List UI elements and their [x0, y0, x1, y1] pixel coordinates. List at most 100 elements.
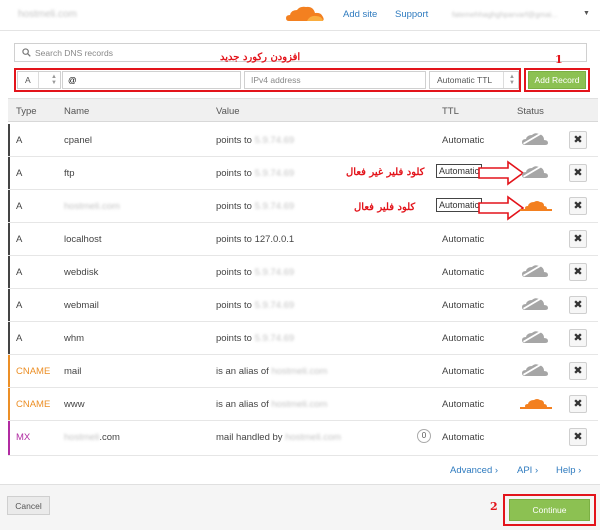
- table-header: Type Name Value TTL Status: [8, 98, 598, 122]
- close-icon[interactable]: ✖: [569, 329, 587, 347]
- cloud-gray-icon[interactable]: [520, 165, 550, 181]
- record-value[interactable]: points to 5.9.74.69: [216, 135, 294, 146]
- record-name[interactable]: www: [64, 399, 85, 410]
- type-select[interactable]: A ▲ ▼: [17, 71, 61, 89]
- column-ttl: TTL: [442, 106, 459, 117]
- continue-highlight: Continue: [503, 494, 596, 526]
- table-row[interactable]: MX hostmeli.com mail handled by hostmeli…: [8, 421, 598, 456]
- ttl-stepper-icon[interactable]: ▲ ▼: [509, 74, 515, 86]
- record-name[interactable]: ftp: [64, 168, 75, 179]
- cancel-button[interactable]: Cancel: [7, 496, 50, 515]
- table-row[interactable]: A ftp points to 5.9.74.69 Automatic کلود…: [8, 157, 598, 190]
- help-link[interactable]: Help ›: [556, 465, 581, 476]
- record-ttl[interactable]: Automatic: [442, 366, 484, 377]
- ttl-select-value: Automatic TTL: [437, 75, 493, 85]
- name-field[interactable]: [62, 71, 241, 89]
- record-ttl[interactable]: Automatic: [442, 234, 484, 245]
- type-stepper-icon[interactable]: ▲ ▼: [51, 74, 57, 86]
- record-value[interactable]: is an alias of hostmeli.com: [216, 366, 327, 377]
- record-type: A: [16, 135, 23, 146]
- record-type: CNAME: [16, 399, 51, 410]
- record-name[interactable]: localhost: [64, 234, 102, 245]
- cloud-gray-icon[interactable]: [520, 132, 550, 148]
- close-icon[interactable]: ✖: [569, 197, 587, 215]
- record-name[interactable]: webdisk: [64, 267, 98, 278]
- table-row[interactable]: CNAME www is an alias of hostmeli.com Au…: [8, 388, 598, 421]
- search-icon: [22, 48, 31, 57]
- close-icon[interactable]: ✖: [569, 362, 587, 380]
- table-row[interactable]: A webdisk points to 5.9.74.69 Automatic …: [8, 256, 598, 289]
- annotation-cloudflare-inactive: کلود فلیر غیر فعال: [346, 167, 425, 178]
- bottom-bar: Cancel Continue: [0, 484, 600, 530]
- ipv4-input[interactable]: [251, 73, 421, 87]
- record-name[interactable]: cpanel: [64, 135, 92, 146]
- close-icon[interactable]: ✖: [569, 230, 587, 248]
- record-value[interactable]: points to 5.9.74.69: [216, 333, 294, 344]
- search-box[interactable]: [14, 43, 587, 62]
- record-type: A: [16, 234, 23, 245]
- api-link[interactable]: API ›: [517, 465, 538, 476]
- advanced-link[interactable]: Advanced ›: [450, 465, 498, 476]
- record-ttl[interactable]: Automatic: [436, 164, 483, 178]
- value-field[interactable]: [244, 71, 426, 89]
- record-value[interactable]: points to 5.9.74.69: [216, 267, 294, 278]
- chevron-down-icon[interactable]: ▼: [583, 10, 590, 17]
- cloud-gray-icon[interactable]: [520, 297, 550, 313]
- cloud-orange-icon[interactable]: [520, 200, 552, 214]
- nav-support[interactable]: Support: [395, 9, 428, 20]
- close-icon[interactable]: ✖: [569, 395, 587, 413]
- type-select-value: A: [25, 75, 31, 85]
- column-name: Name: [64, 106, 90, 117]
- table-row[interactable]: A cpanel points to 5.9.74.69 Automatic ✖: [8, 124, 598, 157]
- record-value[interactable]: points to 5.9.74.69: [216, 300, 294, 311]
- add-record-form: A ▲▼ Automatic TTL ▲▼: [14, 68, 521, 92]
- record-value[interactable]: is an alias of hostmeli.com: [216, 399, 327, 410]
- continue-button[interactable]: Continue: [509, 499, 590, 521]
- close-icon[interactable]: ✖: [569, 164, 587, 182]
- record-name[interactable]: whm: [64, 333, 84, 344]
- record-ttl[interactable]: Automatic: [442, 333, 484, 344]
- table-row[interactable]: A whm points to 5.9.74.69 Automatic ✖: [8, 322, 598, 355]
- record-name[interactable]: mail: [64, 366, 81, 377]
- record-ttl[interactable]: Automatic: [442, 135, 484, 146]
- record-type: MX: [16, 432, 31, 443]
- record-value[interactable]: mail handled by hostmeli.com: [216, 432, 341, 443]
- nav-add-site[interactable]: Add site: [343, 9, 377, 20]
- close-icon[interactable]: ✖: [569, 296, 587, 314]
- name-input[interactable]: [68, 73, 228, 87]
- record-value[interactable]: points to 5.9.74.69: [216, 168, 294, 179]
- cloud-gray-icon[interactable]: [520, 363, 550, 379]
- record-type: A: [16, 300, 23, 311]
- table-row[interactable]: CNAME mail is an alias of hostmeli.com A…: [8, 355, 598, 388]
- record-value[interactable]: points to 5.9.74.69: [216, 201, 294, 212]
- cloud-gray-icon[interactable]: [520, 330, 550, 346]
- record-name[interactable]: hostmeli.com: [64, 432, 120, 443]
- cloud-orange-icon[interactable]: [520, 398, 552, 412]
- record-name[interactable]: webmail: [64, 300, 99, 311]
- close-icon[interactable]: ✖: [569, 131, 587, 149]
- record-type: A: [16, 267, 23, 278]
- record-type: A: [16, 201, 23, 212]
- record-ttl[interactable]: Automatic: [442, 300, 484, 311]
- record-value[interactable]: points to 127.0.0.1: [216, 234, 294, 245]
- record-ttl[interactable]: Automatic: [436, 198, 483, 212]
- column-type: Type: [16, 106, 37, 117]
- close-icon[interactable]: ✖: [569, 263, 587, 281]
- user-email[interactable]: fatemehhaghghparvarf@gmai...: [452, 10, 580, 19]
- cloudflare-logo: [286, 6, 324, 21]
- site-name[interactable]: hostmeli.com: [18, 9, 77, 20]
- ttl-select[interactable]: Automatic TTL ▲ ▼: [429, 71, 519, 89]
- table-row[interactable]: A hostmeli.com points to 5.9.74.69 Autom…: [8, 190, 598, 223]
- cloud-gray-icon[interactable]: [520, 264, 550, 280]
- table-row[interactable]: A localhost points to 127.0.0.1 Automati…: [8, 223, 598, 256]
- add-record-button[interactable]: Add Record: [528, 71, 586, 89]
- record-ttl[interactable]: Automatic: [442, 267, 484, 278]
- mx-priority-badge: 0: [417, 429, 431, 443]
- table-row[interactable]: A webmail points to 5.9.74.69 Automatic …: [8, 289, 598, 322]
- record-ttl[interactable]: Automatic: [442, 399, 484, 410]
- record-ttl[interactable]: Automatic: [442, 432, 484, 443]
- close-icon[interactable]: ✖: [569, 428, 587, 446]
- record-type: CNAME: [16, 366, 51, 377]
- search-input[interactable]: [35, 46, 575, 59]
- record-name[interactable]: hostmeli.com: [64, 201, 120, 212]
